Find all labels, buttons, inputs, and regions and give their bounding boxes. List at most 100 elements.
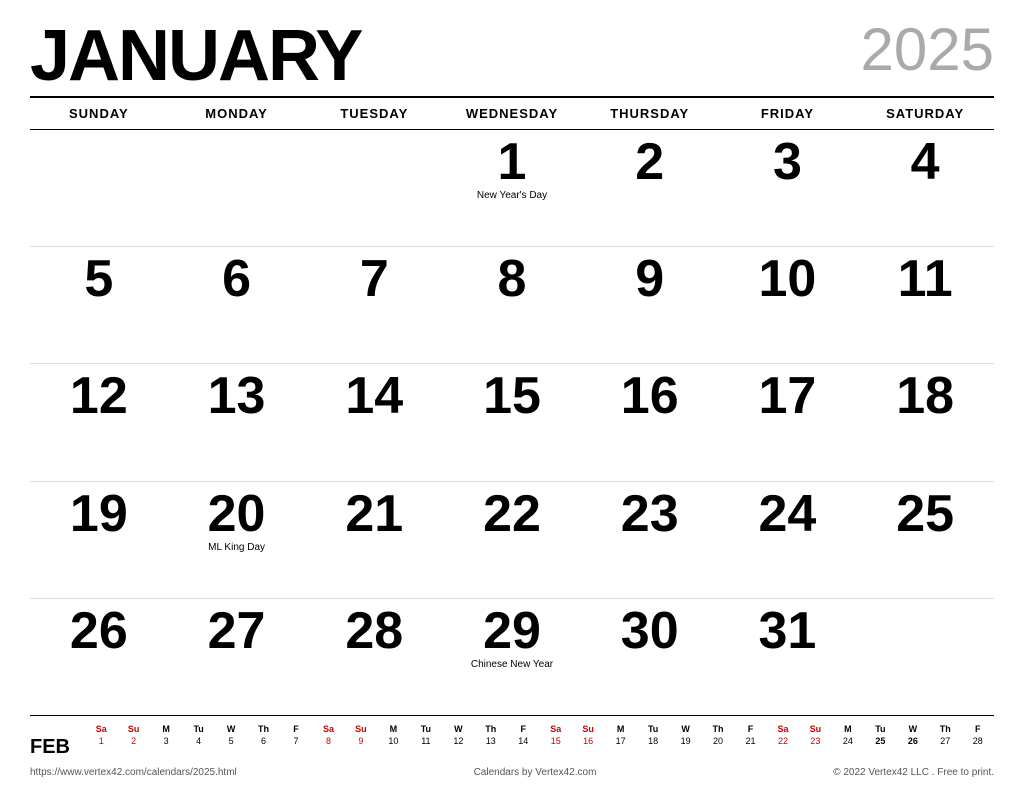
mini-day: 2: [117, 736, 149, 746]
mini-day: 5: [215, 736, 247, 746]
day-header-saturday: SATURDAY: [856, 102, 994, 125]
day-number: 30: [621, 605, 679, 657]
calendar-grid: SUNDAYMONDAYTUESDAYWEDNESDAYTHURSDAYFRID…: [30, 96, 994, 715]
day-cell: 11: [856, 247, 994, 363]
day-cell: 20ML King Day: [168, 482, 306, 598]
mini-day: 20: [702, 736, 734, 746]
day-cell: 9: [581, 247, 719, 363]
mini-col-header: Tu: [410, 724, 442, 734]
day-number: 15: [483, 370, 541, 422]
month-title: JANUARY: [30, 20, 361, 92]
mini-day: 4: [182, 736, 214, 746]
day-cell: 4: [856, 130, 994, 246]
day-cell: 29 Chinese New Year: [443, 599, 581, 715]
mini-col-header: Su: [345, 724, 377, 734]
day-cell: 2: [581, 130, 719, 246]
mini-col-header: F: [734, 724, 766, 734]
day-cell: 7: [305, 247, 443, 363]
mini-day: 13: [475, 736, 507, 746]
day-cell: 0: [168, 130, 306, 246]
day-number: 19: [70, 488, 128, 540]
mini-day: 7: [280, 736, 312, 746]
mini-col-header: Th: [475, 724, 507, 734]
mini-col-header: Tu: [637, 724, 669, 734]
mini-col-header: W: [897, 724, 929, 734]
mini-day: 12: [442, 736, 474, 746]
mini-day: 17: [604, 736, 636, 746]
mini-day: 27: [929, 736, 961, 746]
mini-day: 3: [150, 736, 182, 746]
day-cell: 22: [443, 482, 581, 598]
day-number: 2: [635, 136, 664, 188]
day-number: 13: [208, 370, 266, 422]
mini-col-header: W: [215, 724, 247, 734]
mini-col-header: Su: [799, 724, 831, 734]
day-number: 26: [70, 605, 128, 657]
day-number: 21: [345, 488, 403, 540]
day-cell: 5: [30, 247, 168, 363]
mini-day: 28: [962, 736, 994, 746]
day-number: 11: [898, 253, 953, 305]
day-number: 7: [360, 253, 389, 305]
mini-day: 26: [897, 736, 929, 746]
mini-day: 21: [734, 736, 766, 746]
day-header-thursday: THURSDAY: [581, 102, 719, 125]
day-cell: 18: [856, 364, 994, 480]
week-row-3: 12 13 14 15 16 17 18: [30, 364, 994, 481]
footer-row: https://www.vertex42.com/calendars/2025.…: [30, 763, 994, 780]
day-cell: 31: [719, 599, 857, 715]
day-cell: 27: [168, 599, 306, 715]
mini-col-header: M: [832, 724, 864, 734]
day-number: 12: [70, 370, 128, 422]
footer-right: © 2022 Vertex42 LLC . Free to print.: [833, 767, 994, 778]
day-header-friday: FRIDAY: [719, 102, 857, 125]
holiday-label: Chinese New Year: [471, 659, 553, 671]
day-number: 20: [208, 488, 266, 540]
day-number: 22: [483, 488, 541, 540]
mini-col-header: F: [962, 724, 994, 734]
mini-days: 1234567891011121314151617181920212223242…: [85, 736, 994, 746]
mini-col-header: Su: [117, 724, 149, 734]
day-number: 29: [483, 605, 541, 657]
day-number: 8: [498, 253, 527, 305]
day-number: 25: [896, 488, 954, 540]
day-number: 1: [498, 136, 527, 188]
mini-day: 22: [767, 736, 799, 746]
mini-day: 14: [507, 736, 539, 746]
day-cell: 3: [719, 130, 857, 246]
week-row-2: 567891011: [30, 247, 994, 364]
footer-url: https://www.vertex42.com/calendars/2025.…: [30, 767, 237, 778]
mini-col-header: Tu: [182, 724, 214, 734]
mini-day: 10: [377, 736, 409, 746]
day-cell: 19: [30, 482, 168, 598]
day-number: 14: [345, 370, 403, 422]
day-cell: 10: [719, 247, 857, 363]
mini-col-header: F: [507, 724, 539, 734]
mini-calendar-section: FEB SaSuMTuWThFSaSuMTuWThFSaSuMTuWThFSaS…: [30, 715, 994, 763]
day-number: 4: [911, 136, 940, 188]
mini-calendar-grid: SaSuMTuWThFSaSuMTuWThFSaSuMTuWThFSaSuMTu…: [85, 724, 994, 746]
day-number: 9: [635, 253, 664, 305]
mini-col-header: Sa: [767, 724, 799, 734]
mini-col-header: Sa: [312, 724, 344, 734]
day-cell: 23: [581, 482, 719, 598]
day-cell: 1New Year's Day: [443, 130, 581, 246]
day-cell: 16: [581, 364, 719, 480]
mini-day: 25: [864, 736, 896, 746]
day-cell: 0: [856, 599, 994, 715]
day-number: 28: [345, 605, 403, 657]
mini-col-header: Sa: [540, 724, 572, 734]
week-row-4: 1920ML King Day2122232425: [30, 482, 994, 599]
mini-day: 1: [85, 736, 117, 746]
mini-month-label: FEB: [30, 724, 75, 759]
day-number: 31: [759, 605, 817, 657]
mini-col-header: W: [669, 724, 701, 734]
day-number: 17: [759, 370, 817, 422]
day-cell: 13: [168, 364, 306, 480]
day-cell: 17: [719, 364, 857, 480]
mini-day: 23: [799, 736, 831, 746]
day-cell: 28: [305, 599, 443, 715]
mini-day: 18: [637, 736, 669, 746]
day-cell: 8: [443, 247, 581, 363]
mini-day: 8: [312, 736, 344, 746]
